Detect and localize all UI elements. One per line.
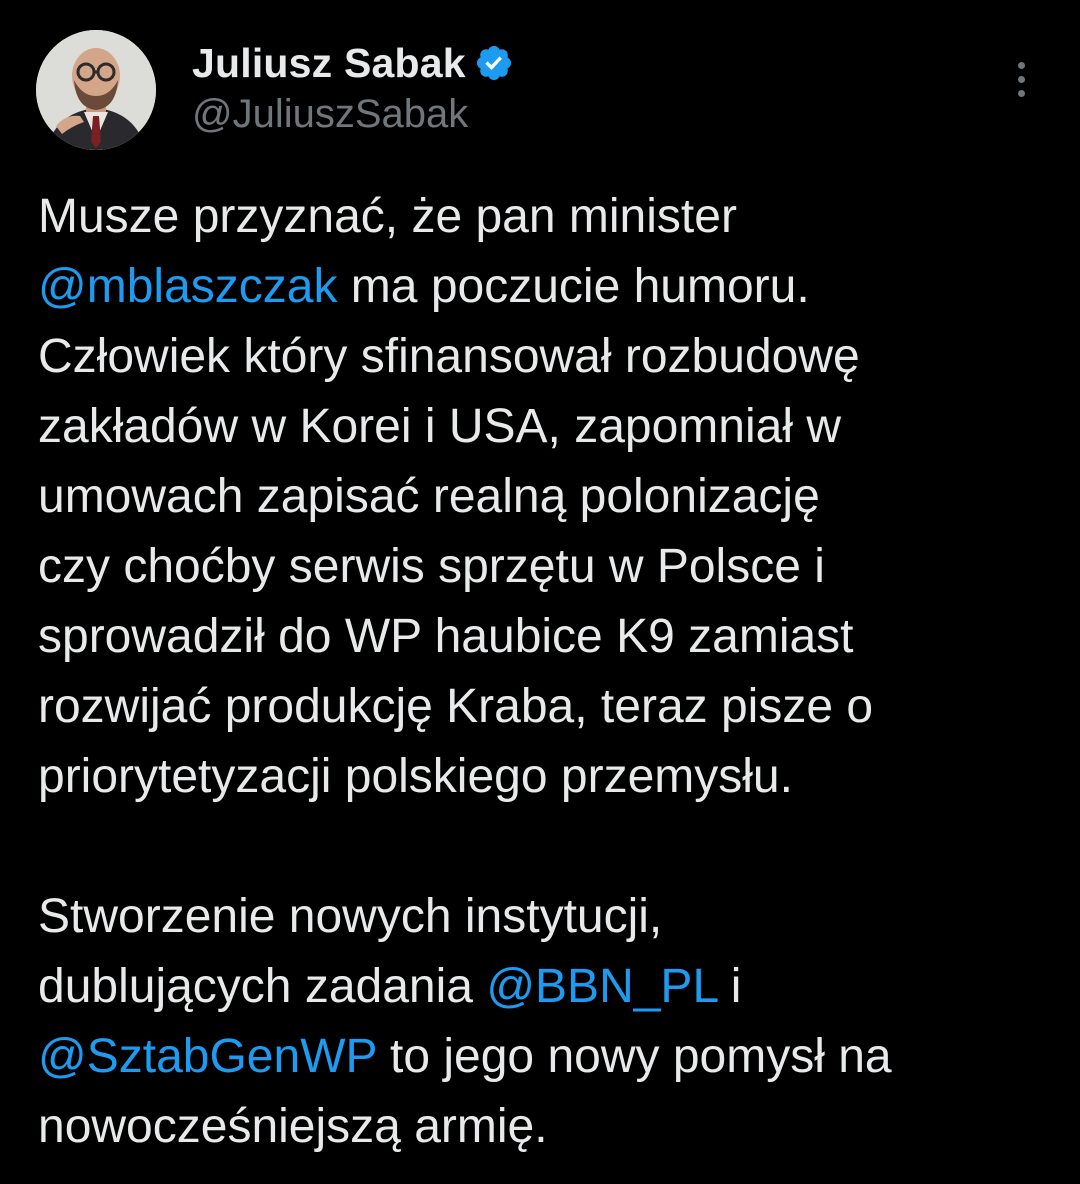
tweet-line: czy choćby serwis sprzętu w Polsce i bbox=[38, 540, 825, 593]
mention-link[interactable]: @SztabGenWP bbox=[38, 1030, 377, 1083]
display-name[interactable]: Juliusz Sabak bbox=[192, 40, 466, 87]
paragraph-break bbox=[38, 812, 1048, 882]
tweet-line: @mblaszczak ma poczucie humoru. bbox=[38, 252, 1048, 322]
tweet-line: dublujących zadania @BBN_PL i bbox=[38, 952, 1048, 1022]
tweet-line-text: to jego nowy pomysł na bbox=[376, 1030, 892, 1083]
tweet-line: nowocześniejszą armię. bbox=[38, 1100, 548, 1153]
more-dot bbox=[1017, 61, 1025, 69]
tweet-line: @SztabGenWP to jego nowy pomysł na bbox=[38, 1022, 1048, 1092]
avatar-photo-icon bbox=[36, 30, 156, 150]
display-name-row: Juliusz Sabak bbox=[192, 38, 514, 88]
mention-link[interactable]: @BBN_PL bbox=[486, 960, 717, 1013]
tweet-line-text: i bbox=[717, 960, 742, 1013]
tweet-line: Człowiek który sfinansował rozbudowę bbox=[38, 330, 860, 383]
mention-link[interactable]: @mblaszczak bbox=[38, 260, 337, 313]
tweet-text: Musze przyznać, że pan minister @mblaszc… bbox=[38, 182, 1048, 1162]
tweet-line-text: dublujących zadania bbox=[38, 960, 487, 1013]
tweet-header: Juliusz Sabak @JuliuszSabak bbox=[36, 30, 1046, 152]
tweet: Juliusz Sabak @JuliuszSabak Musze przyzn… bbox=[0, 0, 1080, 1184]
tweet-line: rozwijać produkcję Kraba, teraz pisze o bbox=[38, 680, 874, 733]
handle[interactable]: @JuliuszSabak bbox=[192, 92, 514, 137]
tweet-line-text: ma poczucie humoru. bbox=[337, 260, 810, 313]
tweet-line: priorytetyzacji polskiego przemysłu. bbox=[38, 750, 793, 803]
verified-badge-icon bbox=[474, 43, 514, 83]
tweet-line: sprowadził do WP haubice K9 zamiast bbox=[38, 610, 854, 663]
more-vertical-icon[interactable] bbox=[996, 54, 1046, 104]
tweet-line: Stworzenie nowych instytucji, bbox=[38, 890, 663, 943]
tweet-line: zakładów w Korei i USA, zapomniał w bbox=[38, 400, 841, 453]
tweet-line: Musze przyznać, że pan minister bbox=[38, 190, 737, 243]
more-dot bbox=[1017, 75, 1025, 83]
avatar[interactable] bbox=[36, 30, 156, 150]
tweet-line: umowach zapisać realną polonizację bbox=[38, 470, 820, 523]
author-info: Juliusz Sabak @JuliuszSabak bbox=[192, 38, 514, 137]
more-dot bbox=[1017, 89, 1025, 97]
